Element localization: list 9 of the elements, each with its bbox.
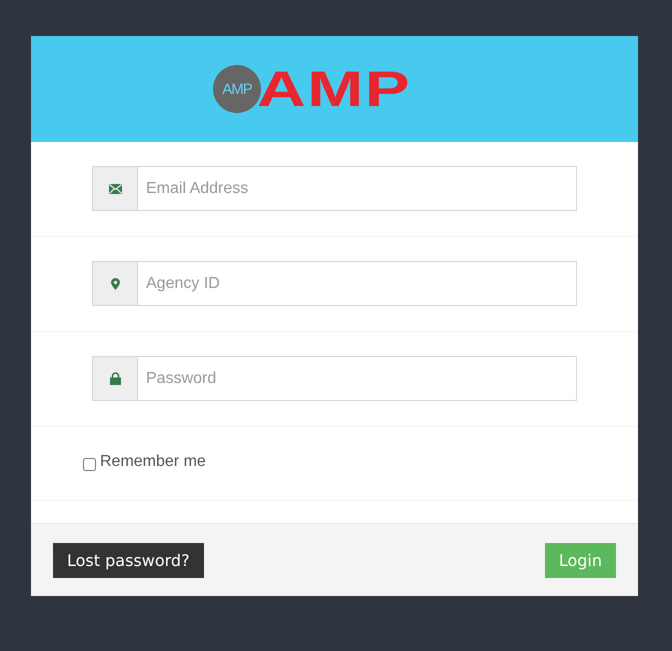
input-field[interactable]: Email Address [138,166,577,211]
remember-label: Remember me [100,453,206,471]
envelope-icon [108,184,122,194]
lock-icon [110,372,120,385]
input-field[interactable]: Agency ID [138,261,577,306]
input-field[interactable]: Password [138,356,577,401]
map-pin-icon [110,278,120,290]
remember-checkbox[interactable] [83,458,96,471]
lost-password-button[interactable]: Lost password? [53,542,204,578]
